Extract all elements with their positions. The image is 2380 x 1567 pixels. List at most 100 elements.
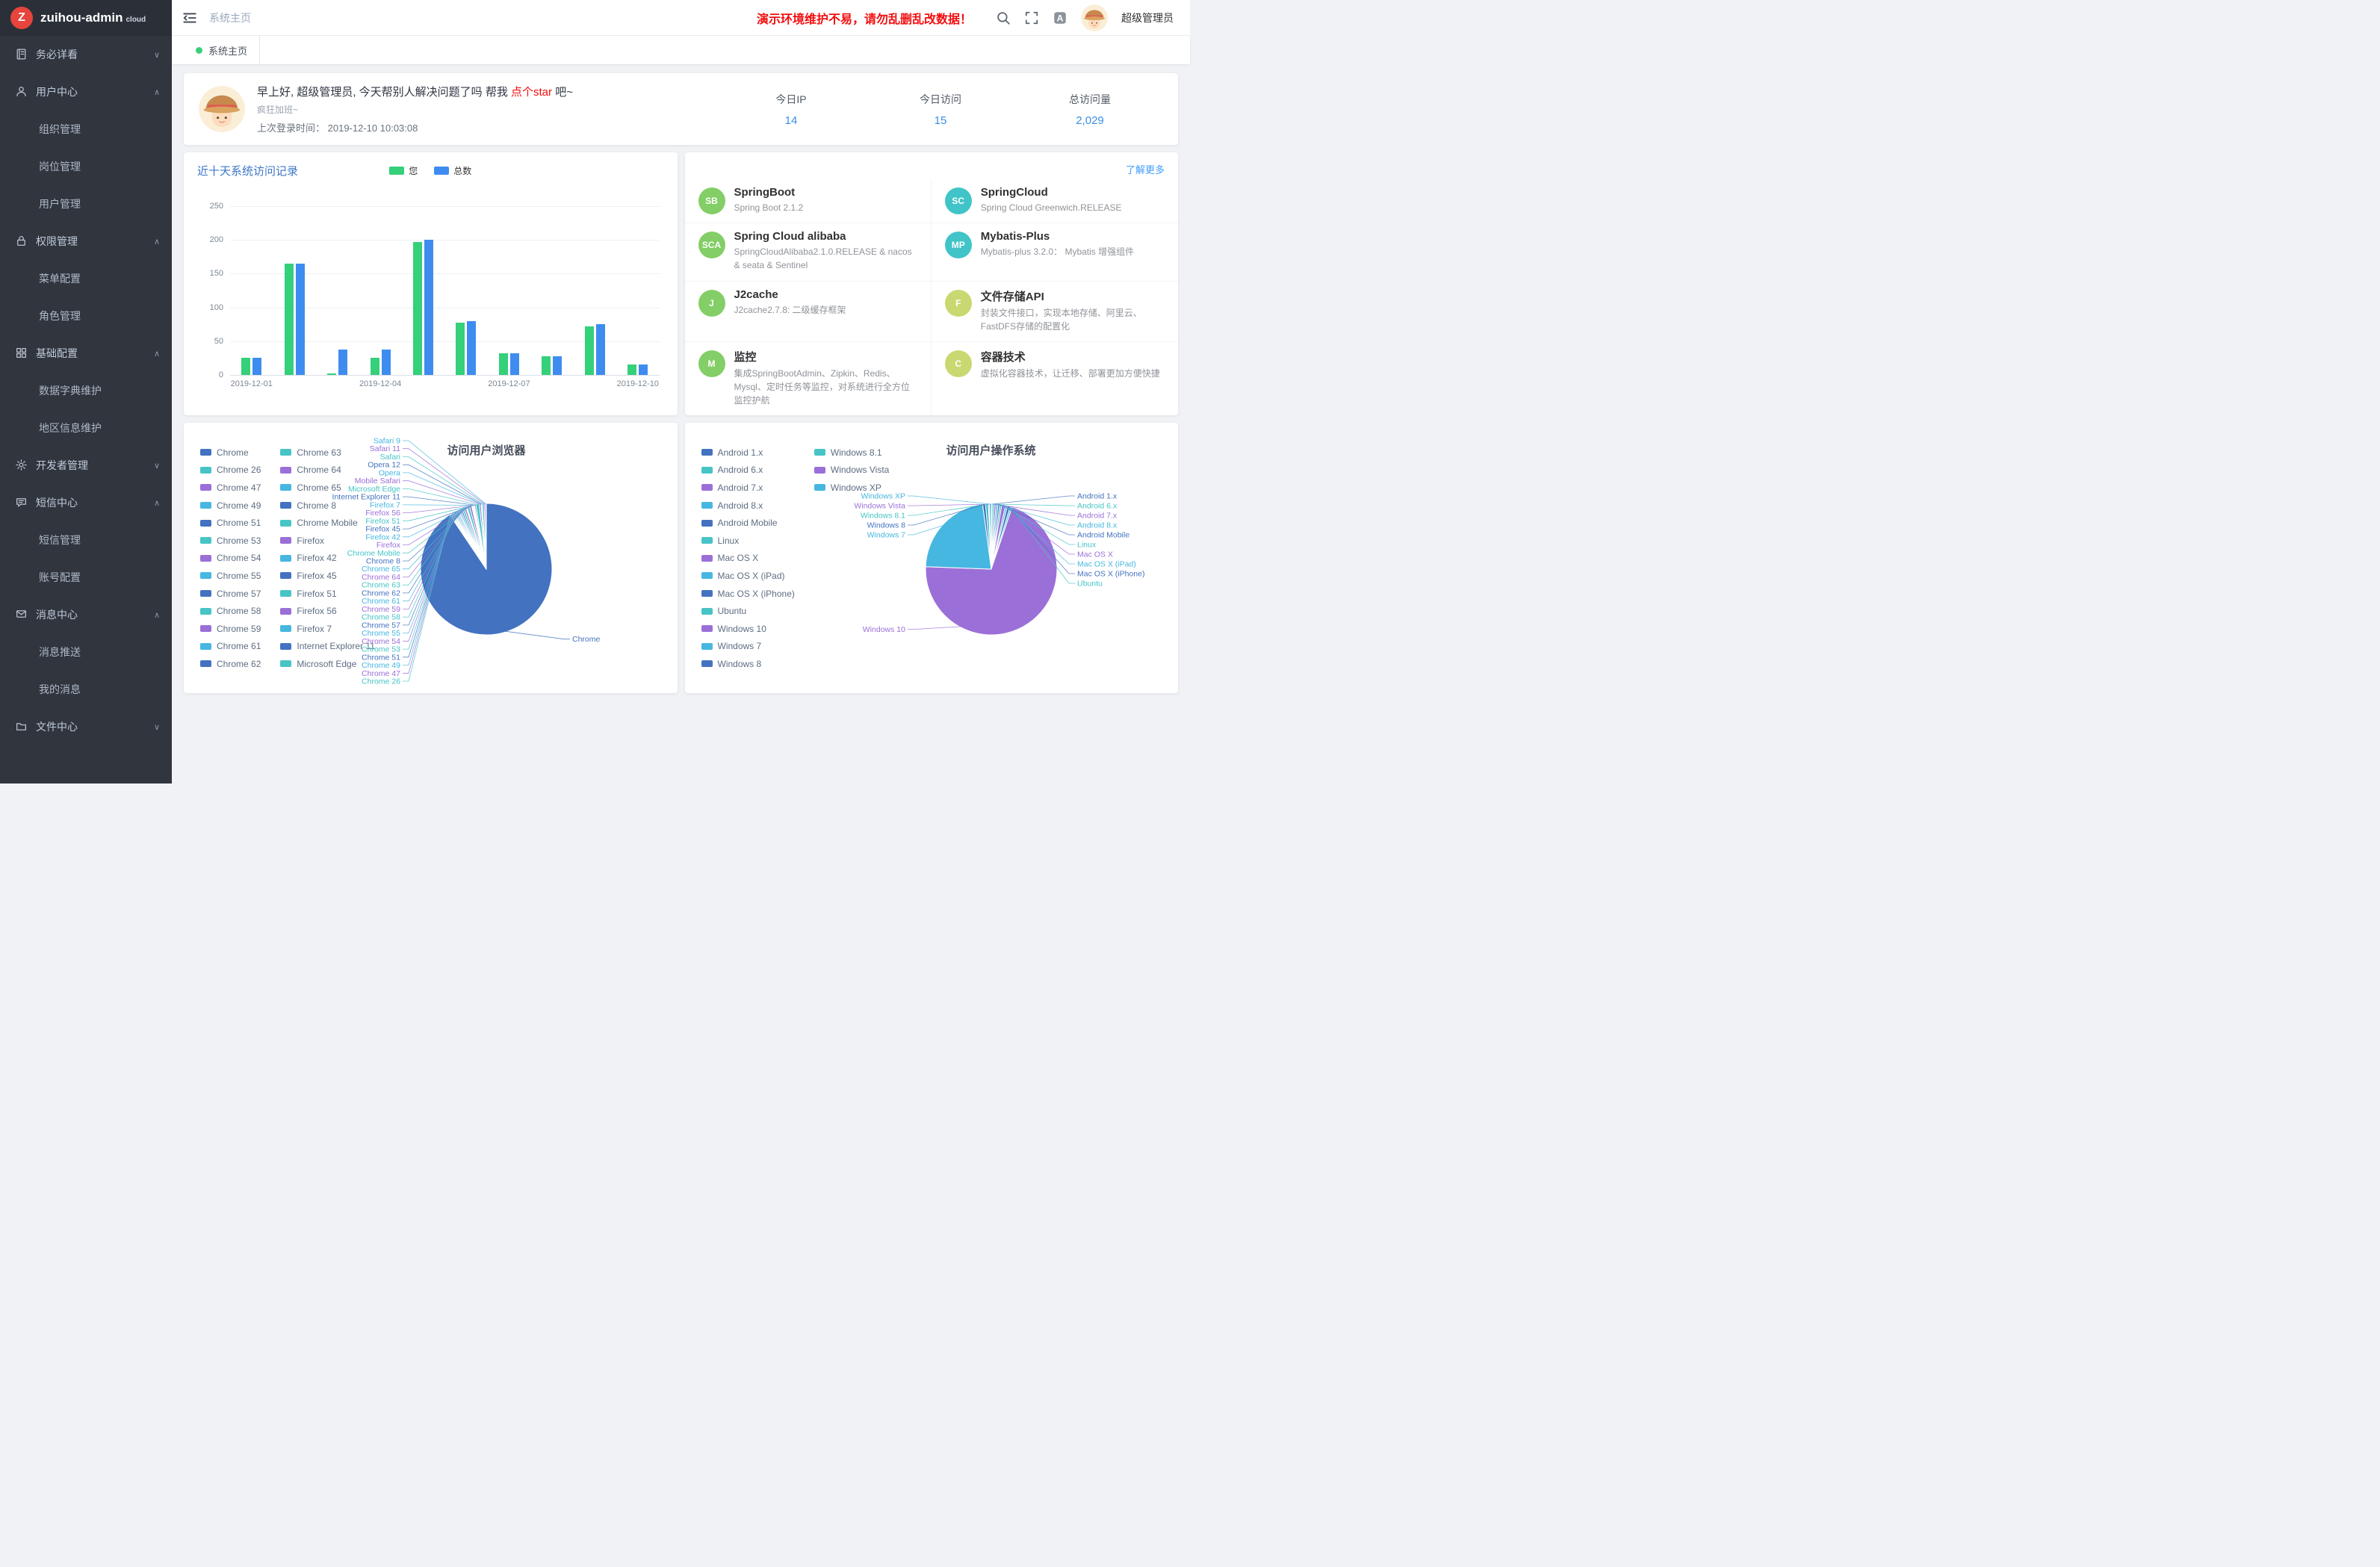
sidebar-item-[interactable]: 消息中心∧ — [0, 596, 172, 633]
sidebar-item-[interactable]: 务必详看∨ — [0, 36, 172, 73]
bar-[interactable] — [327, 373, 336, 375]
star-link[interactable]: 点个star — [511, 86, 552, 99]
pie-label-line — [908, 496, 991, 504]
sidebar-item-[interactable]: 文件中心∨ — [0, 708, 172, 745]
sidebar-subitem-[interactable]: 地区信息维护 — [0, 409, 172, 447]
stat-label: 今日访问 — [866, 92, 1015, 107]
bar-[interactable] — [371, 358, 379, 375]
stat-value: 15 — [866, 114, 1015, 127]
pie-callout-label: Android 1.x — [1077, 492, 1118, 501]
stat-label: 总访问量 — [1015, 92, 1165, 107]
bar-[interactable] — [510, 353, 519, 375]
tech-grid: SBSpringBootSpring Boot 2.1.2SCSpringClo… — [685, 179, 1179, 415]
tech-item-title: SpringCloud — [981, 186, 1122, 199]
pie-callout-label: Windows XP — [861, 492, 905, 501]
page-content: 早上好, 超级管理员, 今天帮别人解决问题了吗 帮我 点个star 吧~ 疯狂加… — [172, 64, 1190, 784]
sidebar-subitem-[interactable]: 菜单配置 — [0, 260, 172, 297]
tab-home[interactable]: 系统主页 — [184, 36, 260, 64]
bar-[interactable] — [382, 350, 391, 375]
legend-item-[interactable]: 您 — [389, 164, 418, 177]
bar-[interactable] — [596, 324, 605, 375]
tech-item-springboot[interactable]: SBSpringBootSpring Boot 2.1.2 — [685, 179, 932, 223]
chevron-up-icon: ∧ — [154, 498, 160, 508]
sidebar-item-[interactable]: 开发者管理∨ — [0, 447, 172, 484]
pie-slice-windows-7[interactable] — [926, 504, 991, 569]
tech-item-springcloud[interactable]: SCSpringCloudSpring Cloud Greenwich.RELE… — [932, 179, 1178, 223]
sidebar-subitem-[interactable]: 消息推送 — [0, 633, 172, 671]
sidebar-subitem-label: 用户管理 — [39, 196, 81, 211]
bar-[interactable] — [296, 264, 305, 375]
tech-card-header: 了解更多 — [685, 152, 1179, 179]
avatar[interactable] — [1081, 4, 1108, 31]
fullscreen-icon[interactable] — [1024, 10, 1039, 25]
pies-row: ChromeChrome 26Chrome 47Chrome 49Chrome … — [184, 423, 1178, 693]
sidebar-item-[interactable]: 基础配置∧ — [0, 335, 172, 372]
bar-[interactable] — [413, 242, 422, 375]
app-root: Z zuihou-admincloud 务必详看∨用户中心∧组织管理岗位管理用户… — [0, 0, 1190, 784]
tech-item-spring-cloud-alibaba[interactable]: SCASpring Cloud alibabaSpringCloudAlibab… — [685, 223, 932, 280]
pie-callout-label: Linux — [1077, 541, 1097, 550]
bar-[interactable] — [542, 356, 551, 375]
sidebar-subitem-[interactable]: 账号配置 — [0, 559, 172, 596]
x-axis-label — [574, 379, 616, 388]
bar-[interactable] — [424, 240, 433, 375]
collapse-sidebar-icon[interactable] — [182, 10, 197, 25]
x-axis-label — [316, 379, 359, 388]
sidebar-subitem-[interactable]: 我的消息 — [0, 671, 172, 708]
bar-[interactable] — [499, 353, 508, 375]
app-logo[interactable]: Z zuihou-admincloud — [0, 0, 172, 36]
sidebar-subitem-[interactable]: 角色管理 — [0, 297, 172, 335]
learn-more-link[interactable]: 了解更多 — [1126, 162, 1165, 176]
sidebar-subitem-[interactable]: 组织管理 — [0, 111, 172, 148]
search-icon[interactable] — [996, 10, 1011, 25]
bar-[interactable] — [285, 264, 294, 375]
tech-item-title: 文件存储API — [981, 288, 1165, 304]
pie-callout-label: Chrome — [572, 635, 601, 644]
bar-[interactable] — [639, 364, 648, 375]
tech-item-j2cache[interactable]: JJ2cacheJ2cache2.7.8: 二级缓存框架 — [685, 281, 932, 341]
bar-group-2019-12-08 — [530, 206, 573, 375]
sidebar-subitem-[interactable]: 用户管理 — [0, 185, 172, 223]
sidebar-subitem-label: 数据字典维护 — [39, 383, 102, 398]
bar-group-2019-12-09 — [574, 206, 616, 375]
sidebar: Z zuihou-admincloud 务必详看∨用户中心∧组织管理岗位管理用户… — [0, 0, 172, 784]
tech-item-mybatis-plus[interactable]: MPMybatis-PlusMybatis-plus 3.2.0： Mybati… — [932, 223, 1178, 280]
message-icon — [15, 608, 28, 621]
y-axis-label: 200 — [210, 235, 223, 244]
tech-item-desc: J2cache2.7.8: 二级缓存框架 — [734, 303, 846, 317]
grid-line — [230, 375, 660, 376]
sidebar-subitem-label: 我的消息 — [39, 682, 81, 697]
tech-item-api[interactable]: F文件存储API封装文件接口，实现本地存储、阿里云、FastDFS存储的配置化 — [932, 281, 1178, 341]
stat-total-visits: 总访问量 2,029 — [1015, 92, 1165, 127]
bar-group-2019-12-03 — [316, 206, 359, 375]
pie-callout-label: Android 8.x — [1077, 521, 1118, 530]
bar-[interactable] — [553, 356, 562, 375]
bar-[interactable] — [467, 321, 476, 375]
bar-[interactable] — [241, 358, 250, 375]
os-chart-card: Android 1.xAndroid 6.xAndroid 7.xAndroid… — [685, 423, 1179, 693]
legend-item-[interactable]: 总数 — [434, 164, 471, 177]
tech-item-[interactable]: C容器技术虚拟化容器技术，让迁移、部署更加方便快捷 — [932, 341, 1178, 415]
bar-[interactable] — [627, 364, 636, 375]
sidebar-item-[interactable]: 短信中心∧ — [0, 484, 172, 521]
sidebar-subitem-[interactable]: 岗位管理 — [0, 148, 172, 185]
sidebar-subitem-[interactable]: 短信管理 — [0, 521, 172, 559]
tech-item-desc: Mybatis-plus 3.2.0： Mybatis 增强组件 — [981, 245, 1134, 258]
sidebar-menu: 务必详看∨用户中心∧组织管理岗位管理用户管理权限管理∧菜单配置角色管理基础配置∧… — [0, 36, 172, 745]
bar-group-2019-12-10 — [616, 206, 659, 375]
font-size-icon[interactable]: A — [1053, 10, 1067, 25]
sidebar-item-[interactable]: 权限管理∧ — [0, 223, 172, 260]
browser-pie-chart: Safari 9Safari 11SafariOpera 12OperaMobi… — [184, 427, 677, 689]
sidebar-item-[interactable]: 用户中心∧ — [0, 73, 172, 111]
sms-icon — [15, 496, 28, 509]
bar-[interactable] — [252, 358, 261, 375]
sidebar-subitem-[interactable]: 数据字典维护 — [0, 372, 172, 409]
tech-item-title: Mybatis-Plus — [981, 230, 1134, 243]
sidebar-item-label: 开发者管理 — [36, 458, 88, 473]
bar-[interactable] — [585, 326, 594, 375]
bar-[interactable] — [338, 350, 347, 375]
pie-label-line — [403, 497, 475, 505]
bar-[interactable] — [456, 323, 465, 376]
legend-label: 总数 — [453, 164, 471, 177]
tech-item-[interactable]: M监控集成SpringBootAdmin、Zipkin、Redis、Mysql、… — [685, 341, 932, 415]
